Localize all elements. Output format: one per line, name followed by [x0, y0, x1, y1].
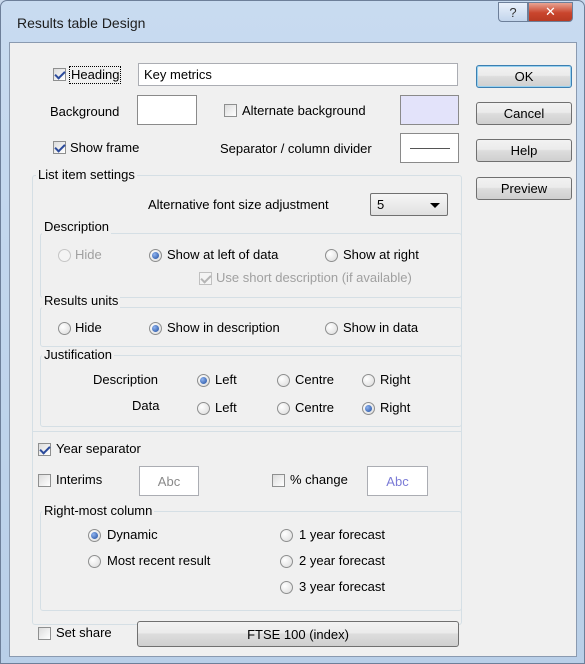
year-separator-label: Year separator: [56, 441, 141, 456]
alternate-background-checkbox[interactable]: [224, 104, 237, 117]
question-icon: ?: [509, 4, 517, 20]
description-right-radio[interactable]: [325, 249, 338, 262]
font-size-adjustment-value: 5: [377, 197, 385, 212]
section-divider: [32, 431, 462, 432]
units-hide-radio[interactable]: [58, 322, 71, 335]
justify-data-right-label: Right: [380, 400, 411, 415]
heading-checkbox[interactable]: [53, 68, 66, 81]
justification-data-label: Data: [132, 398, 160, 413]
units-data-label: Show in data: [343, 320, 419, 335]
separator-swatch[interactable]: [400, 133, 459, 163]
title-bar[interactable]: Results table Design ? ✕: [1, 1, 584, 41]
alternate-background-swatch[interactable]: [400, 95, 459, 125]
justify-data-left-radio[interactable]: [197, 402, 210, 415]
results-units-label: Results units: [42, 293, 121, 309]
dialog-body: Heading Key metrics Background Alternate…: [9, 42, 577, 657]
dynamic-radio[interactable]: [88, 529, 101, 542]
separator-line-preview: [410, 148, 450, 149]
units-data-radio[interactable]: [325, 322, 338, 335]
forecast-1-year-radio[interactable]: [280, 529, 293, 542]
list-item-settings-label: List item settings: [36, 167, 137, 183]
show-frame-checkbox[interactable]: [53, 141, 66, 154]
short-description-checkbox[interactable]: [199, 272, 212, 285]
background-color-swatch[interactable]: [137, 95, 197, 125]
units-description-radio[interactable]: [149, 322, 162, 335]
justify-data-left-label: Left: [215, 400, 237, 415]
right-most-column-label: Right-most column: [42, 503, 155, 519]
units-description-label: Show in description: [167, 320, 280, 335]
separator-label: Separator / column divider: [220, 141, 372, 156]
font-size-adjustment-label: Alternative font size adjustment: [148, 197, 329, 212]
set-share-checkbox[interactable]: [38, 627, 51, 640]
justification-description-label: Description: [93, 372, 159, 387]
most-recent-result-label: Most recent result: [107, 553, 211, 568]
forecast-2-year-label: 2 year forecast: [299, 553, 385, 568]
preview-button[interactable]: Preview: [476, 177, 572, 200]
description-left-label: Show at left of data: [167, 247, 279, 262]
justify-description-right-label: Right: [380, 372, 411, 387]
justify-data-centre-label: Centre: [295, 400, 335, 415]
chevron-down-icon: [430, 203, 440, 208]
pct-change-style-sample[interactable]: Abc: [367, 466, 428, 496]
close-icon: ✕: [545, 4, 556, 19]
help-button[interactable]: Help: [476, 139, 572, 162]
interims-style-sample[interactable]: Abc: [139, 466, 199, 496]
dynamic-label: Dynamic: [107, 527, 158, 542]
justify-description-centre-label: Centre: [295, 372, 335, 387]
interims-checkbox[interactable]: [38, 474, 51, 487]
forecast-1-year-label: 1 year forecast: [299, 527, 385, 542]
close-button[interactable]: ✕: [528, 2, 573, 22]
set-share-label: Set share: [56, 625, 112, 640]
window-title: Results table Design: [17, 15, 146, 31]
most-recent-result-radio[interactable]: [88, 555, 101, 568]
pct-change-label: % change: [290, 472, 348, 487]
show-frame-label: Show frame: [70, 140, 140, 155]
pct-change-checkbox[interactable]: [272, 474, 285, 487]
alternate-background-label: Alternate background: [242, 103, 366, 118]
forecast-3-year-label: 3 year forecast: [299, 579, 385, 594]
justification-label: Justification: [42, 347, 114, 363]
description-hide-radio[interactable]: [58, 249, 71, 262]
dialog-window: Results table Design ? ✕ Heading Key met…: [0, 0, 585, 664]
forecast-3-year-radio[interactable]: [280, 581, 293, 594]
justify-description-left-radio[interactable]: [197, 374, 210, 387]
justification-group: [40, 355, 462, 427]
cancel-button[interactable]: Cancel: [476, 102, 572, 125]
justify-description-left-label: Left: [215, 372, 237, 387]
description-left-radio[interactable]: [149, 249, 162, 262]
justify-data-centre-radio[interactable]: [277, 402, 290, 415]
heading-input[interactable]: Key metrics: [138, 63, 458, 86]
justify-description-right-radio[interactable]: [362, 374, 375, 387]
ok-button[interactable]: OK: [476, 65, 572, 88]
share-select-button[interactable]: FTSE 100 (index): [137, 621, 459, 647]
font-size-adjustment-select[interactable]: 5: [370, 193, 448, 216]
short-description-label: Use short description (if available): [216, 270, 412, 285]
units-hide-label: Hide: [75, 320, 102, 335]
justify-description-centre-radio[interactable]: [277, 374, 290, 387]
year-separator-checkbox[interactable]: [38, 443, 51, 456]
forecast-2-year-radio[interactable]: [280, 555, 293, 568]
justify-data-right-radio[interactable]: [362, 402, 375, 415]
background-label: Background: [50, 104, 120, 119]
heading-label: Heading: [68, 66, 122, 84]
interims-label: Interims: [56, 472, 103, 487]
help-title-button[interactable]: ?: [498, 2, 528, 22]
description-group: [40, 233, 462, 298]
right-most-column-group: [40, 511, 462, 611]
description-right-label: Show at right: [343, 247, 419, 262]
description-hide-label: Hide: [75, 247, 102, 262]
description-group-label: Description: [42, 219, 112, 235]
